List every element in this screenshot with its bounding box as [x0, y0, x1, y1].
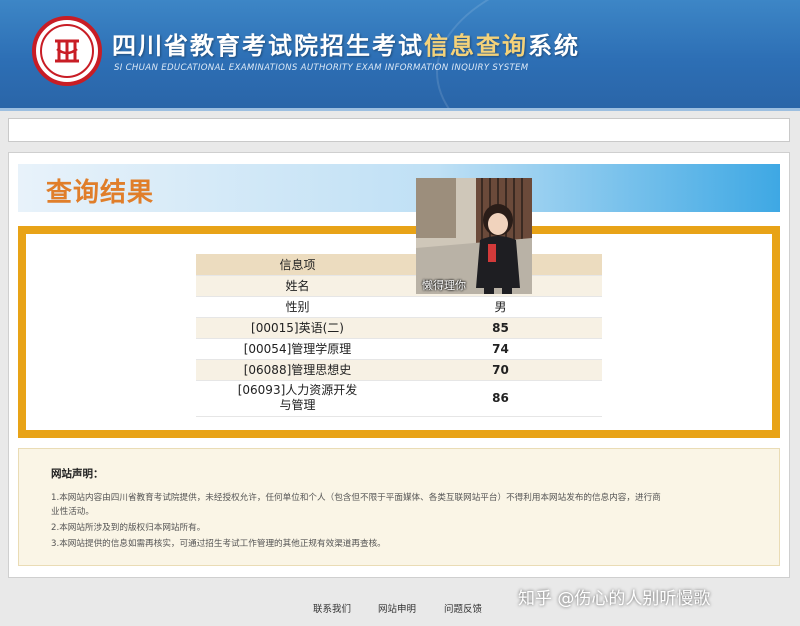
sticker-photo: 懒得理你: [416, 178, 532, 294]
row-label: 性别: [196, 296, 399, 318]
disclaimer-line: 业性活动。: [51, 507, 94, 517]
table-row: [06088]管理思想史 70: [196, 359, 602, 381]
row-label: [06088]管理思想史: [196, 359, 399, 381]
exam-authority-logo: [32, 16, 102, 86]
result-banner: 查询结果: [18, 164, 780, 212]
row-label-line: [06093]人力资源开发: [237, 383, 358, 397]
row-score: 70: [399, 359, 602, 381]
site-subtitle: SI CHUAN EDUCATIONAL EXAMINATIONS AUTHOR…: [114, 63, 529, 73]
site-title-main: 四川省教育考试院招生考试: [112, 32, 424, 60]
score-table: 信息项 姓名 性别 男 [00015]英语(二) 85 [00054]管理学原理…: [196, 254, 602, 417]
result-title: 查询结果: [46, 178, 155, 208]
footer-link-contact[interactable]: 联系我们: [313, 601, 351, 615]
row-score: 74: [399, 338, 602, 360]
header-divider: [0, 108, 800, 111]
disclaimer-line: 1.本网站内容由四川省教育考试院提供，未经授权允许，任何单位和个人（包含但不限于…: [51, 493, 661, 503]
site-title-highlight: 信息查询: [424, 32, 528, 60]
row-label: 姓名: [196, 275, 399, 297]
row-label: [00015]英语(二): [196, 317, 399, 339]
table-row: 性别 男: [196, 296, 602, 318]
zhihu-watermark: 知乎 @伤心的人别听慢歌: [518, 589, 711, 609]
table-row: [00015]英语(二) 85: [196, 317, 602, 339]
footer-link-statement[interactable]: 网站申明: [378, 601, 416, 615]
row-score: 86: [399, 380, 602, 417]
table-header-label: 信息项: [196, 254, 399, 276]
nav-bar: [8, 118, 790, 142]
site-header: 四川省教育考试院招生考试信息查询系统 SI CHUAN EDUCATIONAL …: [0, 0, 800, 108]
site-title-end: 系统: [528, 32, 580, 60]
sticker-caption: 懒得理你: [422, 279, 466, 292]
table-row: 姓名: [196, 275, 602, 297]
row-label-line: 与管理: [279, 398, 316, 412]
site-title: 四川省教育考试院招生考试信息查询系统: [112, 26, 580, 61]
disclaimer-title: 网站声明：: [51, 468, 104, 480]
footer-link-feedback[interactable]: 问题反馈: [444, 601, 482, 615]
row-value: 男: [399, 296, 602, 318]
table-header-row: 信息项: [196, 254, 602, 276]
disclaimer-line: 2.本网站所涉及到的版权归本网站所有。: [51, 523, 206, 533]
site-disclaimer: 网站声明： 1.本网站内容由四川省教育考试院提供，未经授权允许，任何单位和个人（…: [18, 448, 780, 566]
row-label: [00054]管理学原理: [196, 338, 399, 360]
row-label: [06093]人力资源开发 与管理: [196, 380, 399, 417]
table-row: [00054]管理学原理 74: [196, 338, 602, 360]
seal-icon: [40, 24, 94, 78]
row-score: 85: [399, 317, 602, 339]
disclaimer-line: 3.本网站提供的信息如需再核实，可通过招生考试工作管理的其他正规有效渠道再查核。: [51, 539, 386, 549]
table-row: [06093]人力资源开发 与管理 86: [196, 380, 602, 417]
